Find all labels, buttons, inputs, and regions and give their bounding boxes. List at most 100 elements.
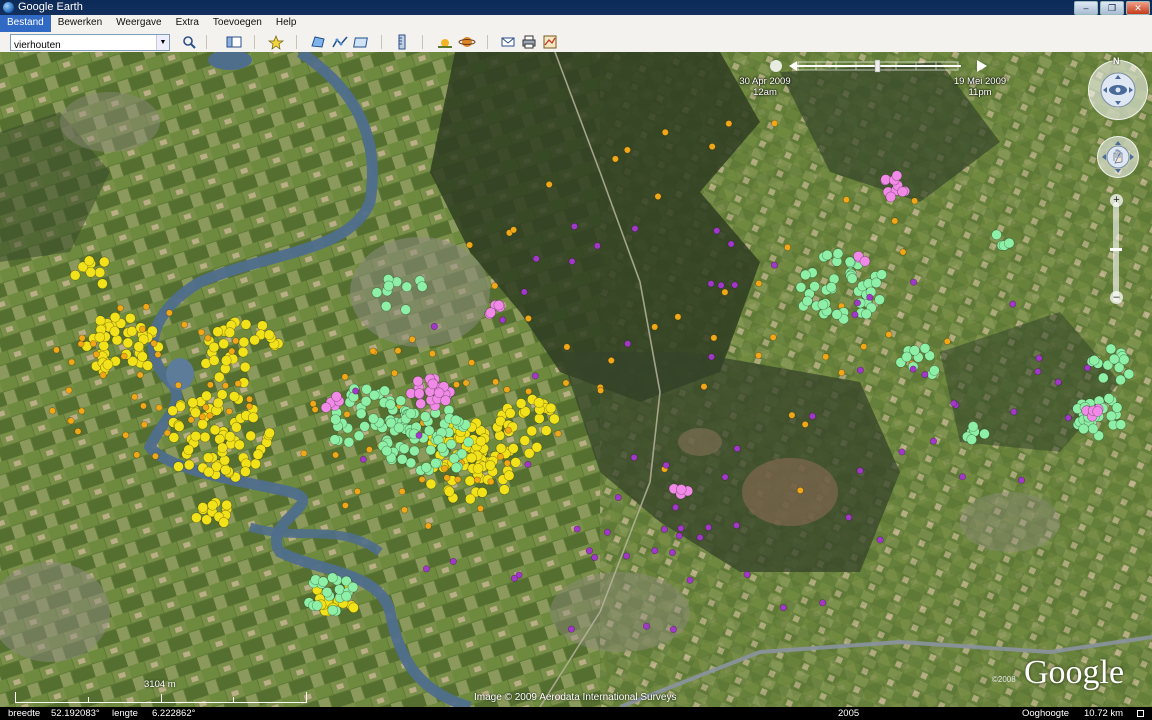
email-button[interactable] — [499, 34, 517, 50]
map-placemark[interactable] — [651, 547, 659, 555]
map-placemark[interactable] — [462, 379, 470, 387]
map-placemark[interactable] — [859, 256, 871, 267]
map-placemark[interactable] — [428, 350, 436, 358]
map-placemark[interactable] — [415, 398, 427, 410]
map-placemark[interactable] — [909, 345, 920, 356]
map-placemark[interactable] — [393, 422, 405, 434]
map-placemark[interactable] — [381, 445, 393, 457]
search-button[interactable] — [180, 34, 198, 50]
map-placemark[interactable] — [450, 462, 462, 474]
map-placemark[interactable] — [136, 371, 144, 379]
map-placemark[interactable] — [1009, 300, 1017, 308]
map-placemark[interactable] — [485, 307, 497, 319]
map-placemark[interactable] — [245, 430, 256, 442]
map-placemark[interactable] — [770, 261, 778, 269]
map-placemark[interactable] — [661, 128, 669, 136]
time-slider[interactable] — [786, 58, 972, 74]
map-placemark[interactable] — [819, 599, 827, 607]
map-placemark[interactable] — [190, 430, 202, 442]
map-placemark[interactable] — [173, 461, 184, 472]
map-placemark[interactable] — [68, 358, 76, 366]
map-placemark[interactable] — [245, 402, 253, 410]
map-placemark[interactable] — [201, 390, 212, 402]
map-placemark[interactable] — [264, 427, 275, 439]
map-placemark[interactable] — [163, 429, 171, 437]
map-placemark[interactable] — [524, 314, 532, 322]
map-placemark[interactable] — [311, 600, 323, 611]
close-button[interactable]: ✕ — [1126, 1, 1150, 15]
map-placemark[interactable] — [436, 442, 448, 454]
map-placemark[interactable] — [343, 436, 355, 448]
map-placemark[interactable] — [821, 249, 833, 261]
map-placemark[interactable] — [99, 256, 110, 268]
map-placemark[interactable] — [367, 413, 379, 424]
map-placemark[interactable] — [573, 525, 581, 533]
map-placemark[interactable] — [214, 371, 225, 383]
map-placemark[interactable] — [228, 391, 240, 402]
map-placemark[interactable] — [420, 462, 432, 473]
map-placemark[interactable] — [425, 478, 437, 490]
north-indicator[interactable]: N — [1113, 56, 1120, 66]
map-placemark[interactable] — [359, 421, 370, 432]
map-placemark[interactable] — [614, 493, 622, 501]
map-placemark[interactable] — [866, 293, 874, 301]
map-placemark[interactable] — [496, 453, 504, 461]
map-placemark[interactable] — [802, 295, 813, 307]
map-placemark[interactable] — [568, 257, 576, 265]
map-placemark[interactable] — [721, 288, 729, 296]
map-placemark[interactable] — [206, 412, 214, 420]
map-placemark[interactable] — [202, 403, 210, 411]
add-overlay-button[interactable] — [353, 34, 371, 50]
map-placemark[interactable] — [167, 405, 178, 417]
map-placemark[interactable] — [623, 146, 631, 154]
menu-toevoegen[interactable]: Toevoegen — [206, 15, 269, 32]
map-placemark[interactable] — [832, 248, 844, 259]
map-placemark[interactable] — [1054, 378, 1062, 386]
sunlight-button[interactable] — [436, 34, 454, 50]
map-placemark[interactable] — [419, 411, 431, 422]
map-placemark[interactable] — [570, 222, 578, 230]
map-placemark[interactable] — [449, 557, 457, 565]
map-placemark[interactable] — [508, 443, 519, 454]
map-placemark[interactable] — [958, 473, 966, 481]
map-placemark[interactable] — [733, 445, 741, 453]
map-placemark[interactable] — [394, 347, 402, 355]
menu-help[interactable]: Help — [269, 15, 304, 32]
map-placemark[interactable] — [622, 552, 630, 560]
map-placemark[interactable] — [341, 590, 352, 602]
map-placemark[interactable] — [476, 487, 488, 498]
map-placemark[interactable] — [838, 369, 846, 377]
map-placemark[interactable] — [585, 547, 593, 555]
map-placemark[interactable] — [1115, 374, 1126, 386]
map-placemark[interactable] — [430, 457, 441, 469]
map-placemark[interactable] — [151, 452, 159, 460]
map-placemark[interactable] — [484, 460, 496, 471]
map-placemark[interactable] — [409, 445, 420, 457]
map-placemark[interactable] — [225, 407, 233, 415]
map-placemark[interactable] — [220, 464, 231, 476]
map-placemark[interactable] — [725, 120, 733, 128]
map-placemark[interactable] — [842, 196, 850, 204]
map-placemark[interactable] — [207, 499, 218, 511]
map-placemark[interactable] — [669, 625, 677, 633]
map-placemark[interactable] — [675, 532, 683, 540]
map-placemark[interactable] — [607, 356, 615, 364]
map-placemark[interactable] — [142, 360, 153, 371]
map-placemark[interactable] — [221, 499, 232, 511]
search-box[interactable]: ▼ — [10, 34, 170, 52]
map-placemark[interactable] — [415, 431, 423, 439]
map-placemark[interactable] — [717, 281, 725, 289]
map-placemark[interactable] — [155, 404, 163, 412]
map-placemark[interactable] — [704, 523, 712, 531]
map-placemark[interactable] — [180, 321, 188, 329]
add-placemark-button[interactable] — [267, 34, 285, 50]
map-placemark[interactable] — [228, 347, 236, 355]
map-placemark[interactable] — [1035, 354, 1043, 362]
map-placemark[interactable] — [309, 400, 317, 408]
map-placemark[interactable] — [359, 455, 367, 463]
map-placemark[interactable] — [845, 513, 853, 521]
map-placemark[interactable] — [120, 352, 128, 360]
menu-bewerken[interactable]: Bewerken — [51, 15, 109, 32]
map-placemark[interactable] — [133, 341, 145, 352]
map-placemark[interactable] — [122, 431, 130, 439]
